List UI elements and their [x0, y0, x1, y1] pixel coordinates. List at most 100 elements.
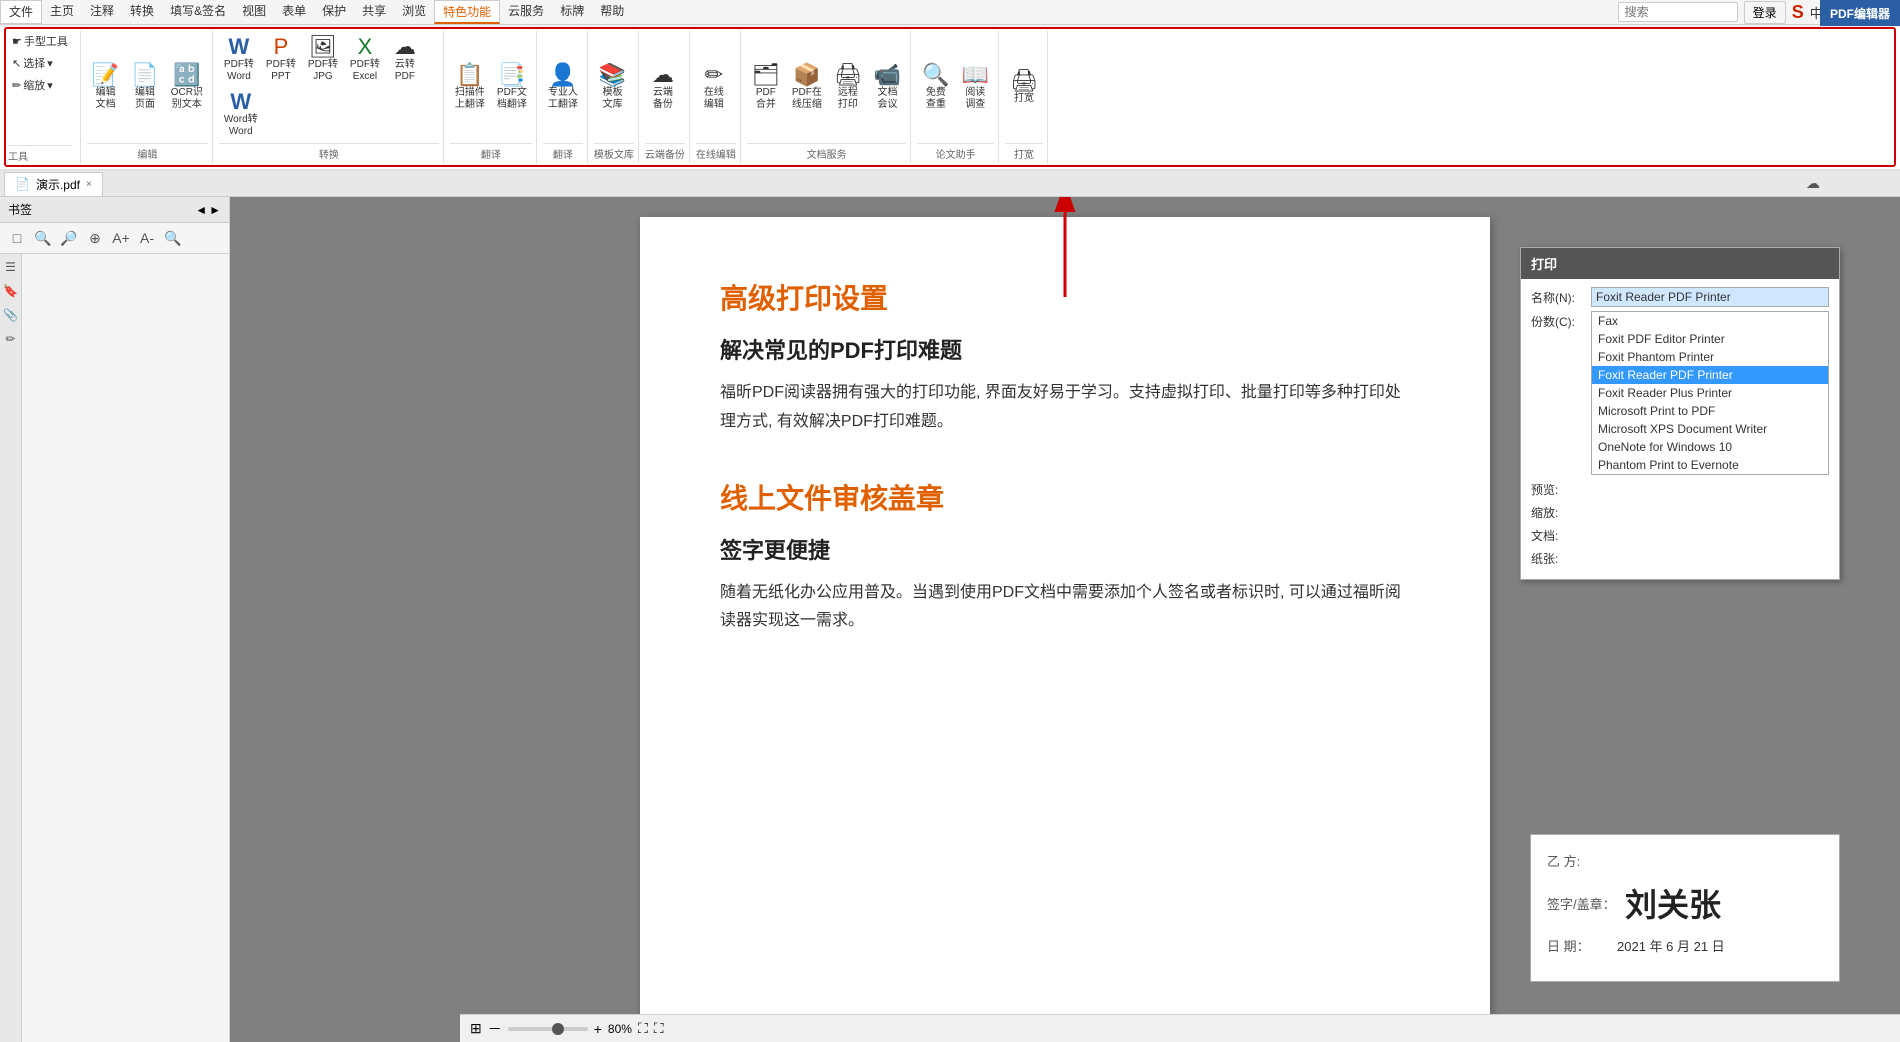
sidebar-font-large-btn[interactable]: A+ — [110, 227, 132, 249]
fullscreen-btn[interactable]: ⛶ — [654, 1020, 664, 1037]
pdf-to-jpg-btn[interactable]: 🖼 PDF转JPG — [303, 33, 343, 86]
print-wide-btn[interactable]: 🖨 打宽 — [1005, 67, 1043, 108]
menu-label[interactable]: 标牌 — [552, 0, 592, 24]
menu-comment[interactable]: 注释 — [82, 0, 122, 24]
menu-file[interactable]: 文件 — [0, 0, 42, 24]
menu-form[interactable]: 表单 — [274, 0, 314, 24]
pro-translate-group: 👤 专业人工翻译 翻译 — [539, 31, 588, 163]
sidebar-zoom-out-btn[interactable]: 🔎 — [58, 227, 80, 249]
sidebar-nav-icon-1[interactable]: ☰ — [2, 258, 20, 276]
print-wide-icon: 🖨 — [1010, 70, 1038, 92]
printer-phantom-evernote[interactable]: Phantom Print to Evernote — [1592, 456, 1828, 474]
pdf-compress-btn[interactable]: 📦 PDF在线压缩 — [787, 61, 827, 114]
convert-group-label: 转换 — [219, 143, 439, 161]
menu-home[interactable]: 主页 — [42, 0, 82, 24]
cloud-backup-btn[interactable]: ☁ 云端备份 — [645, 61, 681, 114]
zoom-slider-thumb[interactable] — [552, 1023, 564, 1035]
doc-meeting-btn[interactable]: 📹 文档会议 — [869, 61, 906, 114]
zoom-minus-btn[interactable]: － — [488, 1019, 502, 1039]
pdf-to-word-icon: W — [229, 36, 250, 58]
menu-special[interactable]: 特色功能 — [434, 0, 500, 24]
printer-foxit-editor[interactable]: Foxit PDF Editor Printer — [1592, 330, 1828, 348]
scan-translate-btn[interactable]: 📋 扫描件上翻译 — [450, 61, 490, 114]
edit-group: 📝 编辑文档 📄 编辑页面 🔡 OCR识别文本 编辑 — [83, 31, 213, 163]
online-edit-btn[interactable]: ✏ 在线编辑 — [696, 61, 732, 114]
search-input[interactable] — [1618, 2, 1738, 22]
pro-translate-icon: 👤 — [549, 64, 576, 86]
edit-tool-btn[interactable]: ✏ 缩放 ▾ — [8, 75, 72, 95]
pdf-to-ppt-btn[interactable]: P PDF转PPT — [261, 33, 301, 86]
pdf-merge-btn[interactable]: 🗂 PDF合并 — [747, 61, 785, 114]
printer-ms-xps[interactable]: Microsoft XPS Document Writer — [1592, 420, 1828, 438]
printer-foxit-plus[interactable]: Foxit Reader Plus Printer — [1592, 384, 1828, 402]
sidebar-content: ☰ 🔖 📎 ✏ — [0, 254, 229, 1042]
sidebar-new-btn[interactable]: □ — [6, 227, 28, 249]
printer-ms-pdf[interactable]: Microsoft Print to PDF — [1592, 402, 1828, 420]
printer-list[interactable]: Fax Foxit PDF Editor Printer Foxit Phant… — [1591, 311, 1829, 475]
print-zoom-row: 缩放: — [1531, 502, 1829, 521]
free-check-label: 免费查重 — [926, 87, 946, 111]
free-check-icon: 🔍 — [922, 64, 949, 86]
menu-cloud[interactable]: 云服务 — [500, 0, 552, 24]
ocr-btn[interactable]: 🔡 OCR识别文本 — [166, 61, 208, 114]
edit-doc-btn[interactable]: 📝 编辑文档 — [87, 61, 124, 114]
print-list-area[interactable]: Fax Foxit PDF Editor Printer Foxit Phant… — [1591, 311, 1829, 475]
doc-tab-name: 演示.pdf — [36, 176, 80, 193]
ribbon-content: ☛ 手型工具 ↖ 选择 ▾ ✏ 缩放 ▾ 工具 📝 编辑文档 — [4, 27, 1896, 167]
sidebar-nav-icon-2[interactable]: 🔖 — [2, 282, 20, 300]
menu-items: 文件 主页 注释 转换 填写&签名 视图 表单 保护 共享 浏览 特色功能 云服… — [0, 0, 1618, 24]
word-to-word-btn[interactable]: W Word转Word — [219, 88, 263, 141]
sidebar-nav-icon-3[interactable]: 📎 — [2, 306, 20, 324]
remote-print-btn[interactable]: 🖨 远程打印 — [829, 61, 867, 114]
sig-name-value: 刘关张 — [1625, 880, 1721, 926]
menu-view[interactable]: 视图 — [234, 0, 274, 24]
pdf-to-word-btn[interactable]: W PDF转Word — [219, 33, 259, 86]
thesis-group-label: 论文助手 — [917, 143, 994, 161]
cloud-to-pdf-btn[interactable]: ☁ 云转PDF — [387, 33, 423, 86]
free-check-btn[interactable]: 🔍 免费查重 — [917, 61, 954, 114]
menu-protect[interactable]: 保护 — [314, 0, 354, 24]
doc-service-content: 🗂 PDF合并 📦 PDF在线压缩 🖨 远程打印 📹 文档会议 — [747, 33, 906, 141]
sidebar-nav-icon-4[interactable]: ✏ — [2, 330, 20, 348]
arrow-left-btn[interactable]: ◄ — [195, 203, 207, 217]
read-survey-btn[interactable]: 📖 阅读调查 — [957, 61, 994, 114]
cloud-to-pdf-icon: ☁ — [394, 36, 416, 58]
menu-browse[interactable]: 浏览 — [394, 0, 434, 24]
sidebar-zoom-in-btn[interactable]: 🔍 — [32, 227, 54, 249]
pro-translate-btn[interactable]: 👤 专业人工翻译 — [543, 61, 583, 114]
printer-foxit-reader[interactable]: Foxit Reader PDF Printer — [1592, 366, 1828, 384]
left-tools-group: ☛ 手型工具 ↖ 选择 ▾ ✏ 缩放 ▾ 工具 — [8, 31, 81, 163]
page-layout-icon[interactable]: ⊞ — [470, 1020, 482, 1037]
printer-onenote[interactable]: OneNote for Windows 10 — [1592, 438, 1828, 456]
convert-group-content: W PDF转Word P PDF转PPT 🖼 PDF转JPG X PDF转Exc… — [219, 33, 439, 141]
edit-group-content: 📝 编辑文档 📄 编辑页面 🔡 OCR识别文本 — [87, 33, 208, 141]
login-button[interactable]: 登录 — [1744, 1, 1786, 24]
printer-fax[interactable]: Fax — [1592, 312, 1828, 330]
fit-page-btn[interactable]: ⛶ — [638, 1020, 648, 1037]
edit-page-btn[interactable]: 📄 编辑页面 — [126, 61, 163, 114]
doc-tab[interactable]: 📄 演示.pdf × — [4, 172, 103, 196]
edit-group-label: 编辑 — [87, 143, 208, 161]
menu-sign[interactable]: 填写&签名 — [162, 0, 234, 24]
sidebar-font-small-btn[interactable]: A- — [136, 227, 158, 249]
select-tool-btn[interactable]: ↖ 选择 ▾ — [8, 53, 72, 73]
pdf-to-excel-btn[interactable]: X PDF转Excel — [345, 33, 385, 86]
arrow-right-btn[interactable]: ► — [209, 203, 221, 217]
printer-foxit-phantom[interactable]: Foxit Phantom Printer — [1592, 348, 1828, 366]
zoom-plus-btn[interactable]: + — [594, 1021, 602, 1037]
print-name-input[interactable] — [1591, 287, 1829, 307]
sidebar-search-btn[interactable]: 🔍 — [162, 227, 184, 249]
zoom-slider[interactable] — [508, 1027, 588, 1031]
tab-close-btn[interactable]: × — [86, 179, 92, 190]
pdf-to-excel-label: PDF转Excel — [350, 59, 380, 83]
sogou-logo: S — [1792, 2, 1804, 23]
pdf-translate-btn[interactable]: 📑 PDF文档翻译 — [492, 61, 532, 114]
template-btn[interactable]: 📚 模板文库 — [594, 61, 631, 114]
hand-tool-btn[interactable]: ☛ 手型工具 — [8, 31, 72, 51]
menu-convert[interactable]: 转换 — [122, 0, 162, 24]
menu-help[interactable]: 帮助 — [592, 0, 632, 24]
menu-share[interactable]: 共享 — [354, 0, 394, 24]
print-name-row: 名称(N): — [1531, 287, 1829, 307]
ocr-icon: 🔡 — [173, 64, 200, 86]
sidebar-zoom-fit-btn[interactable]: ⊕ — [84, 227, 106, 249]
